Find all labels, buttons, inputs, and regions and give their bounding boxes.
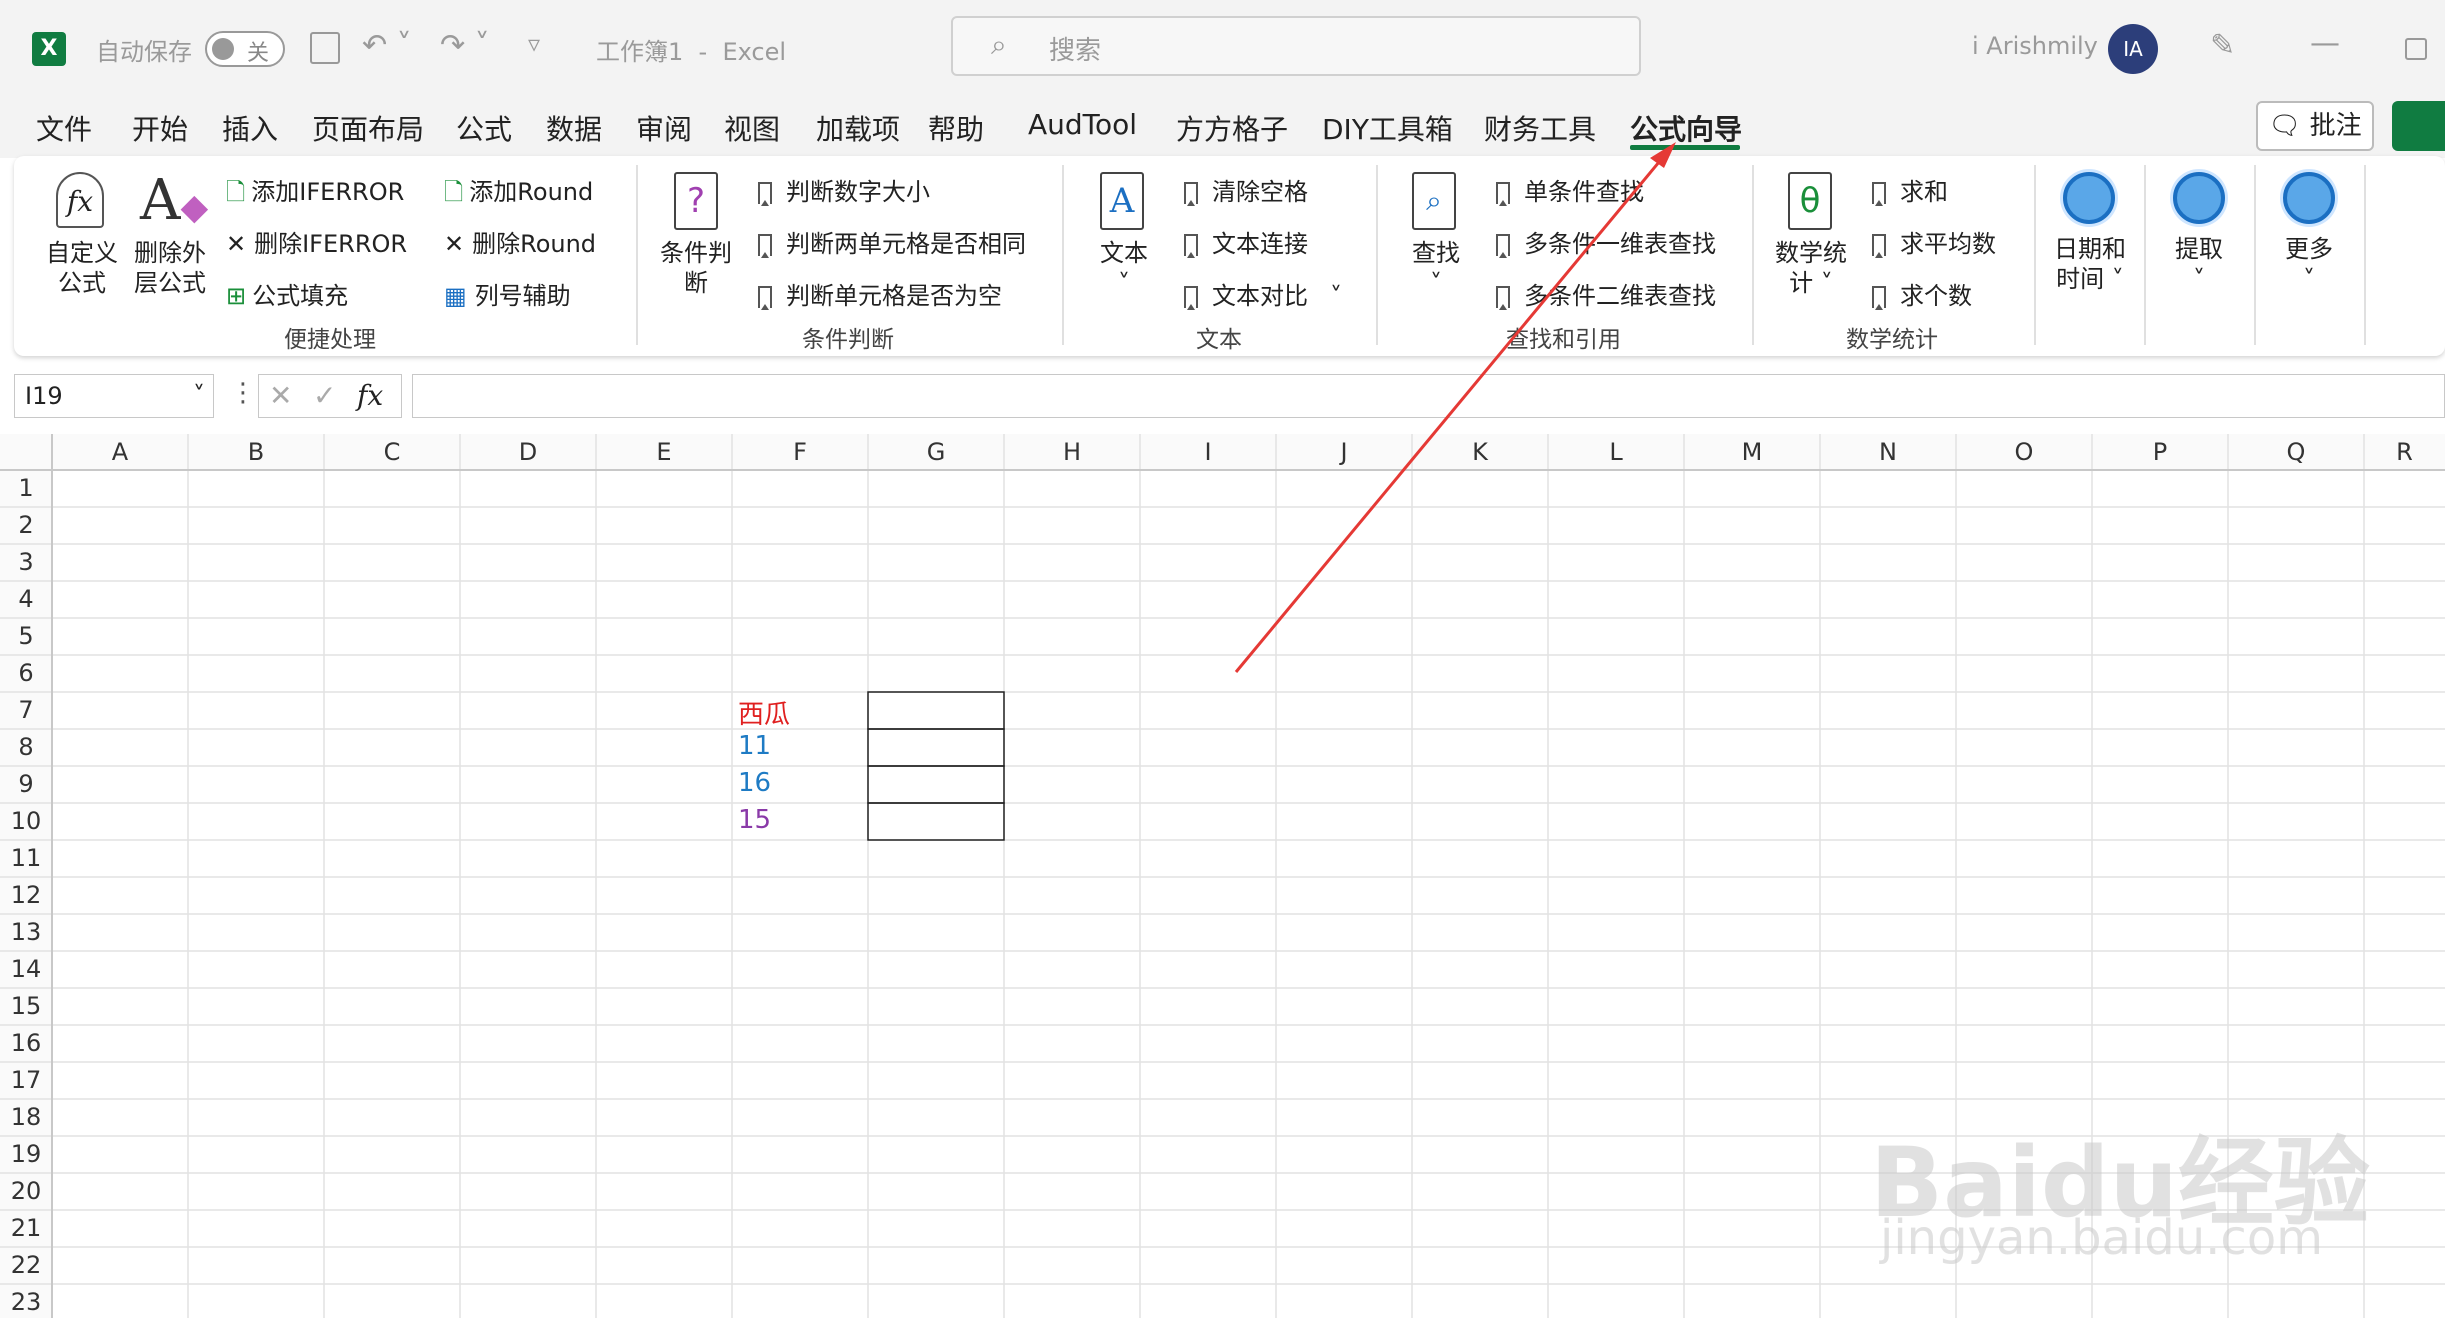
red-arrow-annotation [1234, 142, 1676, 673]
